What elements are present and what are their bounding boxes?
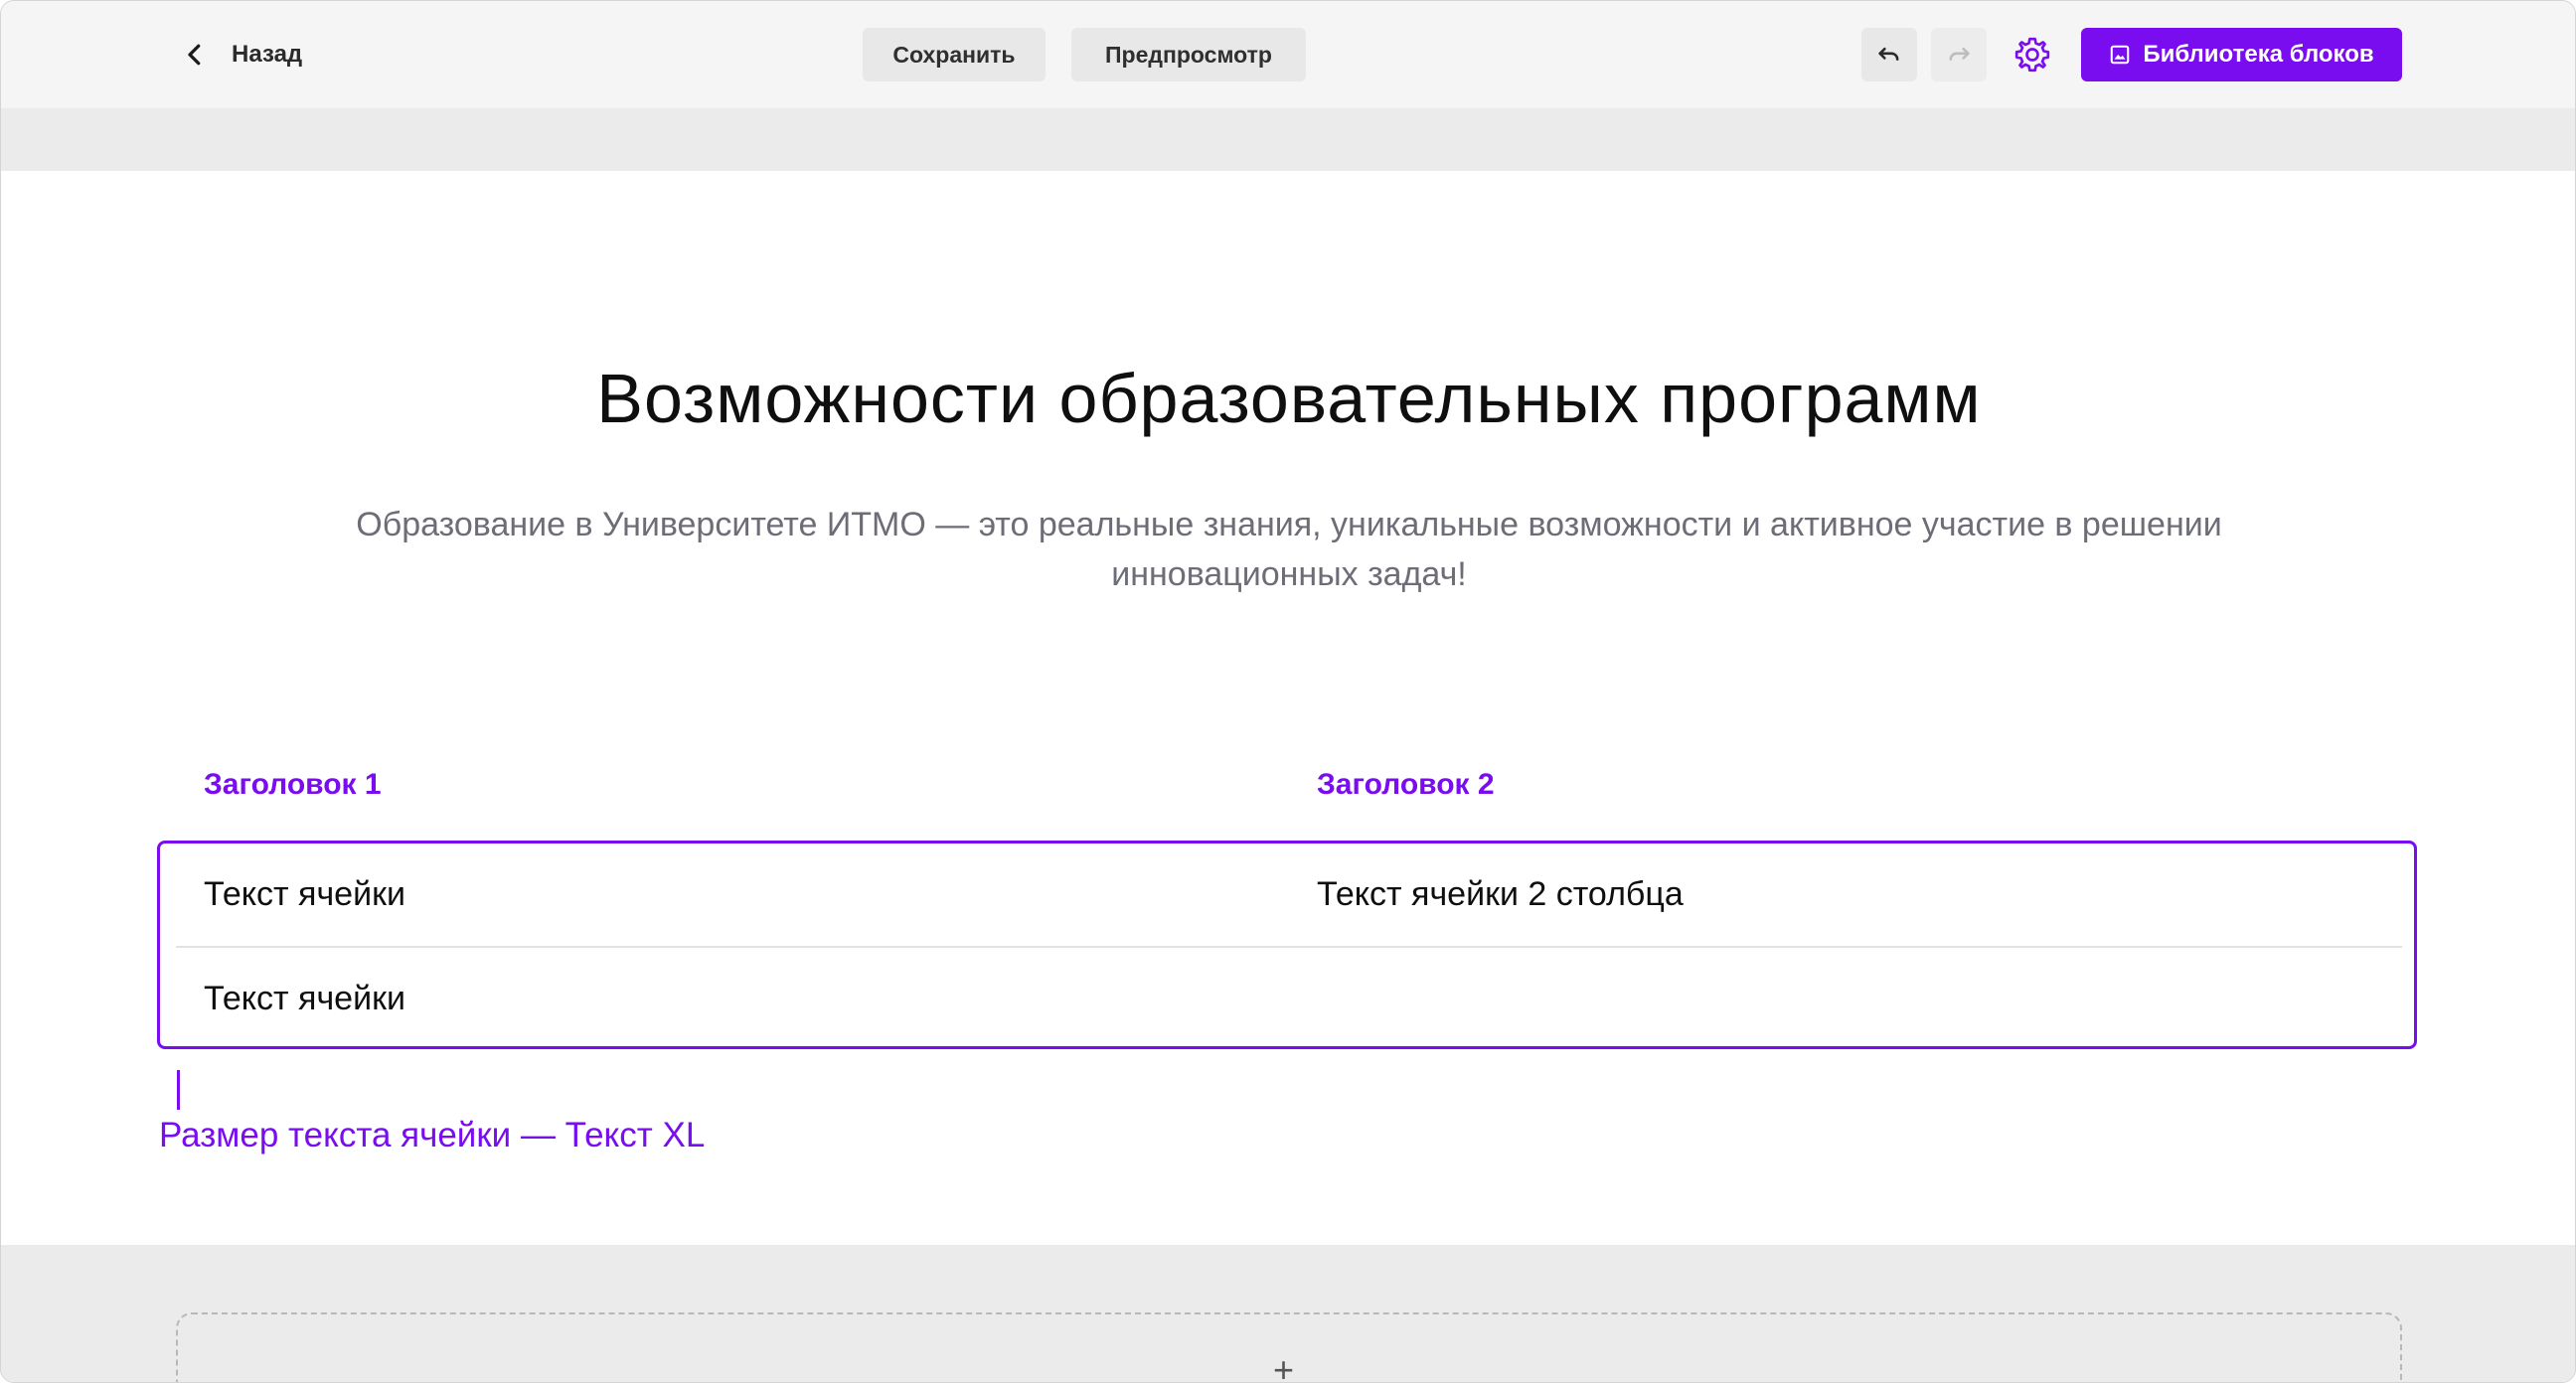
page-title[interactable]: Возможности образовательных программ <box>1 359 2575 438</box>
page-subtitle[interactable]: Образование в Университете ИТМО — это ре… <box>269 500 2309 599</box>
redo-icon <box>1949 47 1970 61</box>
back-button[interactable]: Назад <box>180 31 302 78</box>
editor-window: Назад Сохранить Предпросмотр Библиотека … <box>0 0 2576 1383</box>
table-cell-r1-c2[interactable]: Текст ячейки 2 столбца <box>1317 875 1684 914</box>
save-button[interactable]: Сохранить <box>863 28 1046 81</box>
editor-toolbar: Назад Сохранить Предпросмотр Библиотека … <box>1 1 2575 108</box>
callout-annotation: Размер текста ячейки — Текст XL <box>159 1116 706 1154</box>
table-header-2[interactable]: Заголовок 2 <box>1317 768 1495 802</box>
chevron-left-icon <box>188 44 201 66</box>
block-library-button[interactable]: Библиотека блоков <box>2081 28 2402 81</box>
add-block-plus-icon[interactable]: + <box>1273 1352 1294 1383</box>
toolbar-separator-band <box>1 108 2575 171</box>
block-library-label: Библиотека блоков <box>2143 41 2374 68</box>
table-cell-r2-c1[interactable]: Текст ячейки <box>204 980 405 1018</box>
undo-button[interactable] <box>1861 28 1917 81</box>
callout-connector <box>177 1070 180 1110</box>
image-icon <box>2111 45 2130 65</box>
table-cell-r1-c1[interactable]: Текст ячейки <box>204 875 405 914</box>
table-body-selected[interactable] <box>157 841 2417 1049</box>
table-row-divider <box>176 946 2402 948</box>
gear-icon[interactable] <box>2012 35 2052 75</box>
undo-icon <box>1878 47 1899 61</box>
redo-button[interactable] <box>1931 28 1987 81</box>
preview-button[interactable]: Предпросмотр <box>1071 28 1306 81</box>
table-header-1[interactable]: Заголовок 1 <box>204 768 382 802</box>
back-label: Назад <box>232 41 303 68</box>
